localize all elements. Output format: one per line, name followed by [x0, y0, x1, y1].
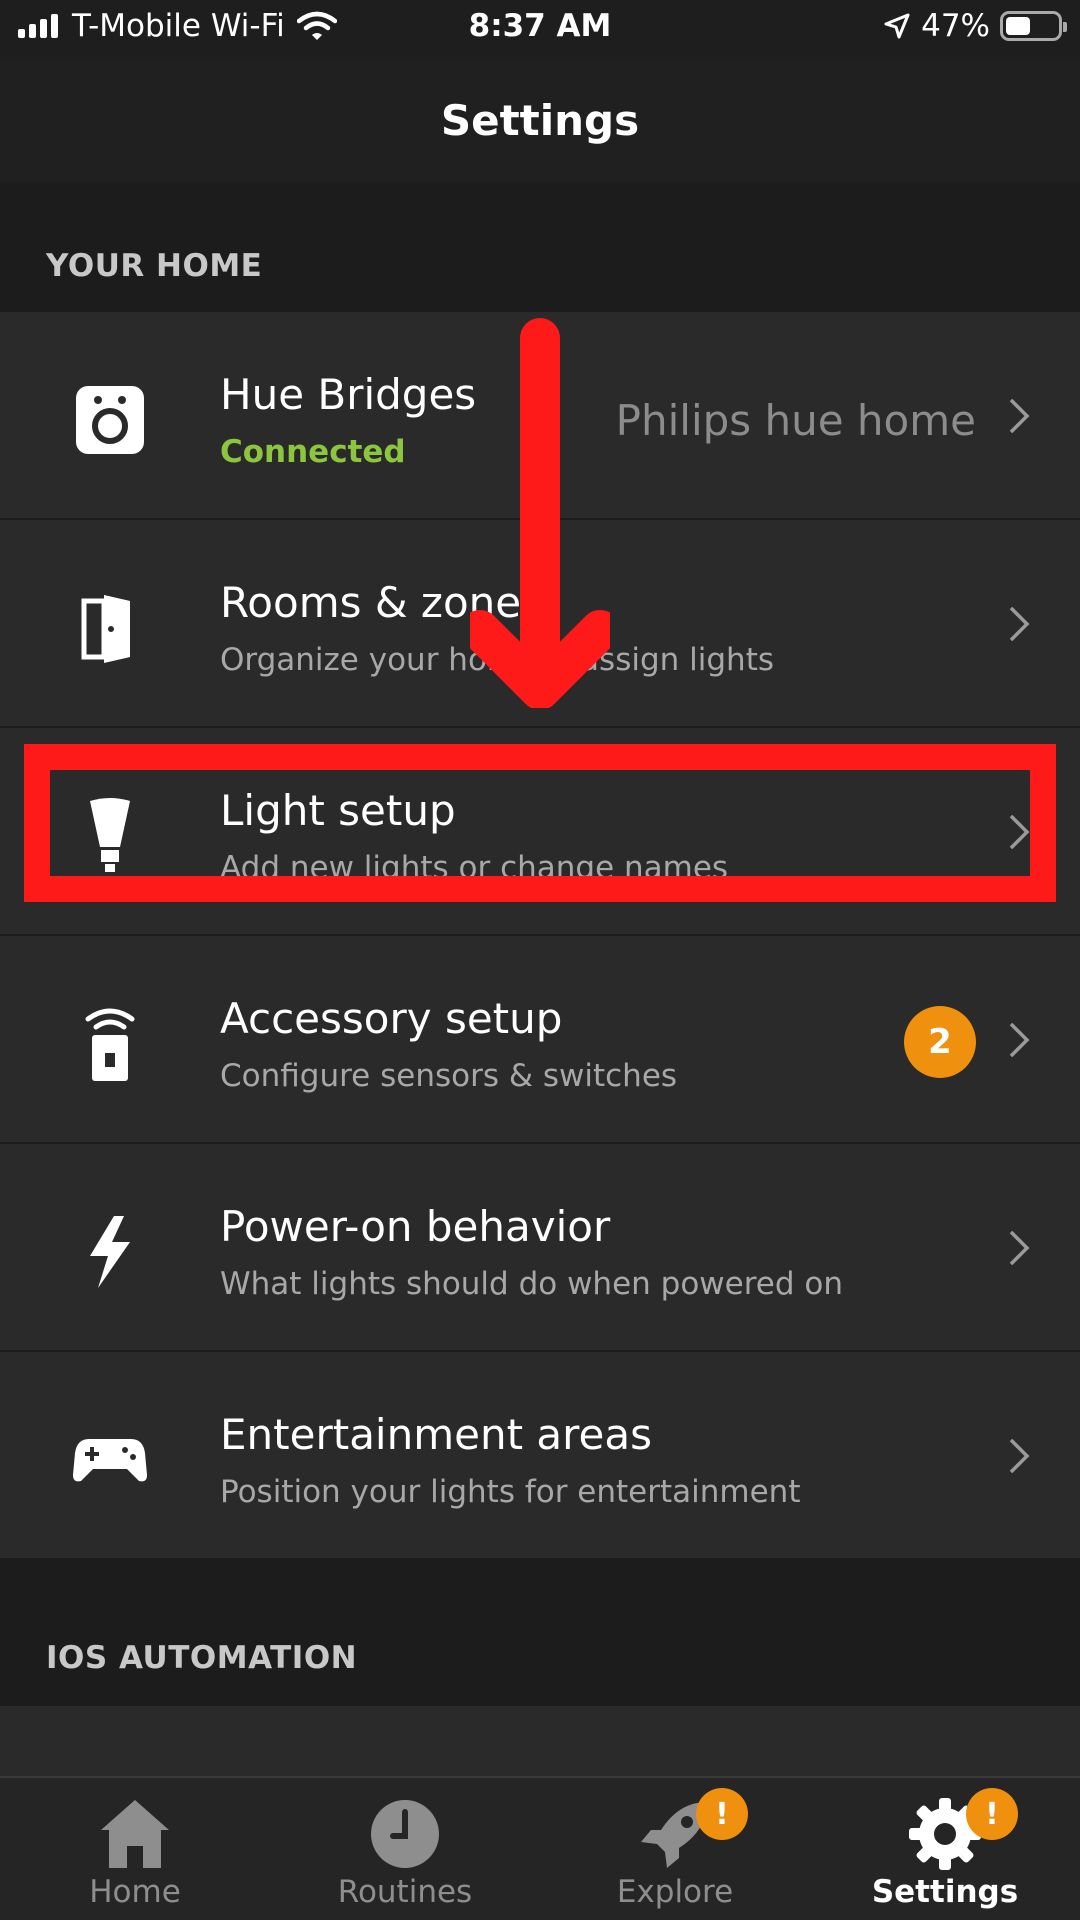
location-arrow-icon: [884, 13, 910, 39]
page-title: Settings: [440, 96, 640, 145]
tab-bar: Home Routines ! Explore ! Settings: [0, 1776, 1080, 1920]
row-entertainment-areas[interactable]: Entertainment areas Position your lights…: [0, 1352, 1080, 1558]
row-subtitle: Position your lights for entertainment: [220, 1474, 801, 1510]
clock-icon: [371, 1800, 439, 1868]
tab-settings[interactable]: ! Settings: [810, 1778, 1080, 1920]
chevron-right-icon: [1009, 398, 1030, 434]
row-accessory-setup[interactable]: Accessory setup Configure sensors & swit…: [0, 936, 1080, 1142]
tab-home[interactable]: Home: [0, 1778, 270, 1920]
lightning-icon: [70, 1212, 150, 1292]
section-header-your-home: YOUR HOME: [46, 248, 263, 284]
carrier-label: T-Mobile Wi-Fi: [72, 8, 285, 44]
tab-routines[interactable]: Routines: [270, 1778, 540, 1920]
battery-percent: 47%: [921, 8, 990, 44]
gamepad-icon: [70, 1420, 150, 1500]
settings-alert-badge: !: [966, 1788, 1018, 1840]
bridge-name: Philips hue home: [615, 396, 976, 445]
tab-explore[interactable]: ! Explore: [540, 1778, 810, 1920]
status-right: 47%: [883, 8, 1067, 44]
row-subtitle: Configure sensors & switches: [220, 1058, 678, 1094]
home-icon: [101, 1800, 169, 1868]
tab-label: Routines: [337, 1874, 473, 1910]
notification-badge: 2: [904, 1006, 976, 1078]
explore-alert-badge: !: [696, 1788, 748, 1840]
chevron-right-icon: [1009, 606, 1030, 642]
row-power-on-behavior[interactable]: Power-on behavior What lights should do …: [0, 1144, 1080, 1350]
section-header-ios-automation: IOS AUTOMATION: [46, 1640, 358, 1676]
row-label: Hue Bridges: [220, 370, 477, 419]
door-icon: [70, 588, 150, 668]
chevron-right-icon: [1009, 1230, 1030, 1266]
arrow-down-icon: [470, 318, 610, 708]
chevron-right-icon: [1009, 1438, 1030, 1474]
status-bar: T-Mobile Wi-Fi 8:37 AM 47%: [0, 0, 1080, 60]
wifi-icon: [296, 11, 337, 40]
row-label: Power-on behavior: [220, 1202, 611, 1251]
signal-icon: [18, 14, 58, 38]
row-subtitle: What lights should do when powered on: [220, 1266, 843, 1302]
carrier: T-Mobile Wi-Fi: [18, 8, 337, 44]
bridge-icon: [70, 380, 150, 460]
sensor-icon: [70, 1004, 150, 1084]
battery-level: [1006, 17, 1030, 35]
row-ios-automation-partial[interactable]: [0, 1706, 1080, 1776]
tab-label: Explore: [616, 1874, 734, 1910]
tab-label: Home: [89, 1874, 181, 1910]
tab-label: Settings: [871, 1874, 1019, 1910]
chevron-right-icon: [1009, 1022, 1030, 1058]
connection-status: Connected: [220, 434, 406, 470]
battery-icon: [1000, 11, 1067, 41]
row-label: Entertainment areas: [220, 1410, 652, 1459]
highlight-box: [24, 744, 1056, 902]
nav-bar: Settings: [0, 60, 1080, 182]
row-label: Accessory setup: [220, 994, 563, 1043]
